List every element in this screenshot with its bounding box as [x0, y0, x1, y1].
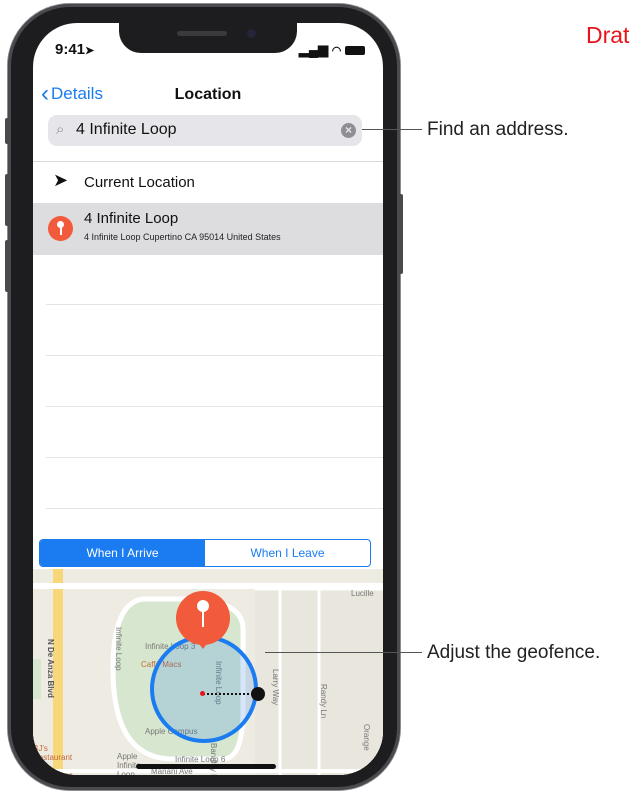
location-arrow-icon: ➤	[85, 45, 95, 57]
current-location-label: Current Location	[84, 174, 195, 191]
result-subtitle: 4 Infinite Loop Cupertino CA 95014 Unite…	[84, 232, 281, 242]
search-input[interactable]: 4 Infinite Loop	[76, 121, 177, 139]
map-view[interactable]: N De Anza Blvd Infinite Loop Infinite Lo…	[33, 569, 383, 775]
signal-icon: ▂▄▆	[298, 42, 329, 57]
volume-up-button	[5, 174, 9, 226]
location-arrow-icon: ➤	[53, 170, 69, 190]
map-label: Orange	[362, 724, 371, 751]
search-bar[interactable]: ⌕ 4 Infinite Loop ×	[48, 115, 362, 146]
location-center-dot	[200, 691, 205, 696]
volume-down-button	[5, 240, 9, 292]
list-separator	[46, 457, 383, 458]
geofence-radius-line	[203, 693, 253, 695]
iphone-frame: 9:41➤ ▂▄▆ ◠ ‹ Details Location ⌕ 4 Infini…	[5, 4, 403, 790]
mute-switch	[5, 118, 9, 144]
geofence-circle	[150, 635, 258, 743]
map-label: BJ's Restaurant & Brewhouse	[33, 744, 73, 775]
battery-icon	[345, 46, 365, 55]
map-pin-icon	[176, 591, 230, 649]
home-indicator	[136, 764, 276, 769]
phone-screen: 9:41➤ ▂▄▆ ◠ ‹ Details Location ⌕ 4 Infini…	[33, 23, 383, 775]
when-i-arrive-segment[interactable]: When I Arrive	[40, 540, 205, 566]
map-label: Bandley Dr	[209, 743, 218, 775]
when-i-leave-segment[interactable]: When I Leave	[205, 540, 370, 566]
status-icons: ▂▄▆ ◠	[299, 42, 365, 58]
map-label: Lucille	[351, 589, 374, 598]
front-camera	[247, 29, 256, 38]
status-time: 9:41➤	[55, 41, 95, 58]
callout-line	[362, 129, 422, 130]
watermark-text: Drat	[586, 22, 630, 48]
clear-search-icon[interactable]: ×	[341, 123, 356, 138]
trigger-segmented-control: When I Arrive When I Leave	[39, 539, 371, 567]
geofence-resize-handle[interactable]	[251, 687, 265, 701]
map-label: Infinite Loop	[114, 627, 123, 671]
map-label: Larry Way	[271, 669, 280, 706]
callout-adjust-geofence: Adjust the geofence.	[427, 642, 601, 663]
list-separator	[46, 304, 383, 305]
navigation-bar: ‹ Details Location	[33, 79, 383, 115]
page-title: Location	[174, 86, 242, 103]
map-label: N De Anza Blvd	[46, 639, 55, 698]
search-icon: ⌕	[56, 121, 65, 138]
list-separator	[46, 508, 383, 509]
list-separator	[46, 406, 383, 407]
map-label: Randy Ln	[319, 684, 328, 719]
map-pin-icon	[48, 216, 73, 241]
callout-find-address: Find an address.	[427, 119, 569, 140]
wifi-icon: ◠	[331, 45, 342, 57]
search-result-row[interactable]: 4 Infinite Loop 4 Infinite Loop Cupertin…	[33, 203, 383, 255]
notch	[119, 23, 297, 53]
current-location-row[interactable]: ➤ Current Location	[33, 162, 383, 203]
list-separator	[46, 355, 383, 356]
callout-line	[265, 652, 422, 653]
result-title: 4 Infinite Loop	[84, 210, 179, 227]
speaker	[177, 31, 227, 36]
side-button	[399, 194, 403, 274]
